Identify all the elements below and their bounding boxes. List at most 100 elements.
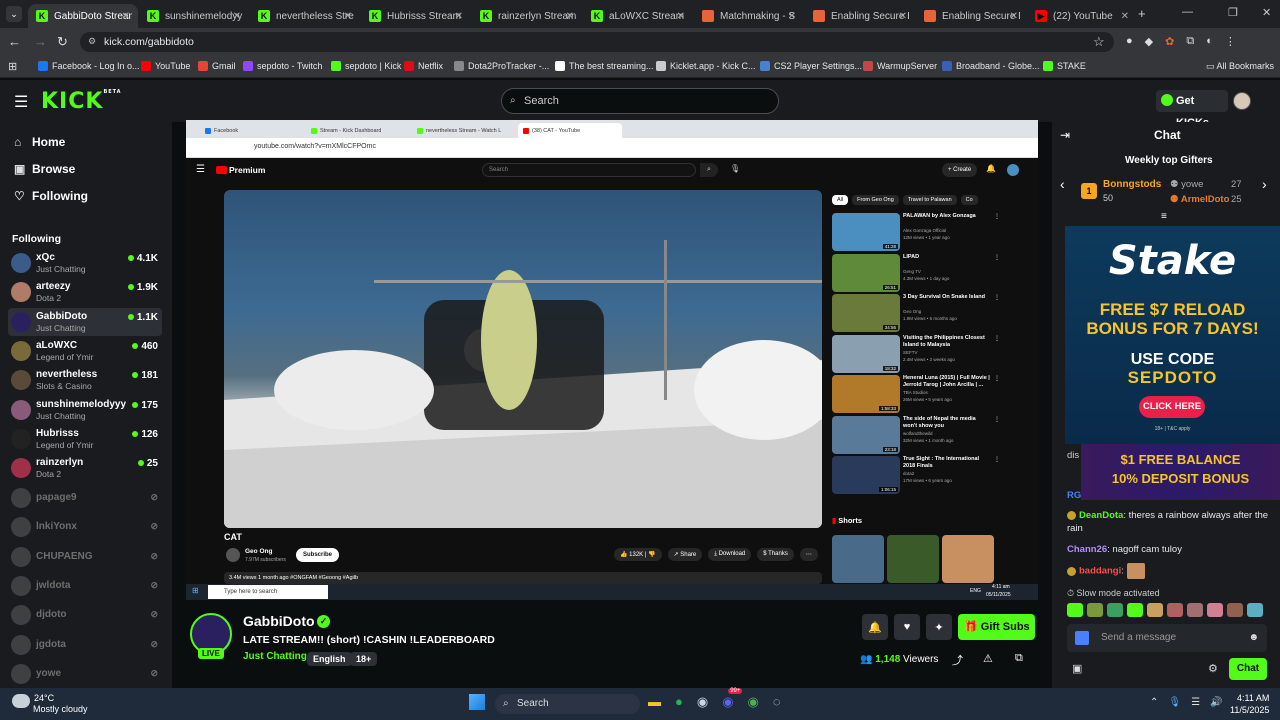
nav-following[interactable]: ♡ Following bbox=[14, 189, 88, 203]
bookmark-item[interactable]: Netflix bbox=[404, 61, 443, 71]
chat-store-icon[interactable]: ▣ bbox=[1072, 662, 1082, 675]
balance-ad-banner[interactable]: $1 FREE BALANCE 10% DEPOSIT BONUS bbox=[1081, 444, 1280, 500]
extension-icons[interactable]: ● ◆ ✿ ⧉ ◐ ⋮ bbox=[1126, 35, 1236, 48]
forward-icon[interactable]: → bbox=[34, 34, 47, 49]
browser-tab[interactable]: Knevertheless Stre ✕ bbox=[250, 4, 360, 28]
back-icon[interactable]: ← bbox=[8, 34, 21, 49]
chat-message-input[interactable]: Send a message ☻ bbox=[1067, 624, 1267, 652]
browser-tab[interactable]: Enabling Secure B ✕ bbox=[805, 4, 915, 28]
extension-icon-3[interactable]: ✿ bbox=[1165, 35, 1174, 48]
close-window-icon[interactable]: ✕ bbox=[1262, 6, 1271, 19]
bookmark-item[interactable]: YouTube bbox=[141, 61, 190, 71]
chat-settings-icon[interactable]: ⚙ bbox=[1208, 662, 1218, 675]
windows-start-icon[interactable] bbox=[469, 694, 485, 710]
get-kicks-button[interactable]: Get KICKs bbox=[1156, 90, 1228, 129]
emote-icon[interactable] bbox=[1187, 603, 1203, 617]
wifi-icon[interactable]: ☰ bbox=[1191, 697, 1200, 708]
following-item[interactable]: sunshinemelodyyy Just Chatting 175 bbox=[8, 396, 162, 424]
extension-icon-1[interactable]: ● bbox=[1126, 35, 1133, 48]
gifters-prev-icon[interactable]: ‹ bbox=[1060, 176, 1065, 192]
emote-icon[interactable] bbox=[1147, 603, 1163, 617]
emote-icon[interactable] bbox=[1127, 603, 1143, 617]
following-item-offline[interactable]: yowe ⊘ bbox=[8, 660, 162, 688]
url-bar[interactable]: kick.com/gabbidoto bbox=[80, 32, 1114, 52]
tab-close-icon[interactable]: ✕ bbox=[344, 11, 352, 22]
menu-kebab-icon[interactable]: ⋮ bbox=[1225, 35, 1236, 48]
sparkle-button[interactable]: ✦ bbox=[926, 614, 952, 640]
emoji-icon[interactable]: ☻ bbox=[1248, 624, 1259, 652]
following-item-offline[interactable]: papage9 ⊘ bbox=[8, 484, 162, 512]
following-item[interactable]: GabbiDoto Just Chatting 1.1K bbox=[8, 307, 162, 336]
emote-icon[interactable] bbox=[1167, 603, 1183, 617]
taskbar-date[interactable]: 11/5/2025 bbox=[1230, 705, 1269, 715]
new-tab-icon[interactable]: + bbox=[1138, 6, 1146, 21]
browser-tab[interactable]: Matchmaking - S ✕ bbox=[694, 4, 804, 28]
tab-search-dropdown[interactable]: ⌄ bbox=[6, 6, 22, 22]
all-bookmarks[interactable]: ▭ All Bookmarks bbox=[1206, 61, 1274, 72]
gifters-next-icon[interactable]: › bbox=[1262, 176, 1267, 192]
taskbar-search-input[interactable]: ⌕ Search bbox=[495, 694, 640, 714]
chat-username[interactable]: baddangi bbox=[1079, 566, 1121, 577]
following-item[interactable]: Hubrisss Legend of Ymir 126 bbox=[8, 425, 162, 453]
following-item-offline[interactable]: jwldota ⊘ bbox=[8, 572, 162, 600]
site-info-icon[interactable]: ⚙ bbox=[88, 36, 96, 47]
browser-tab[interactable]: Enabling Secure B ✕ bbox=[916, 4, 1026, 28]
clip-icon[interactable]: ⧉ bbox=[1015, 652, 1023, 665]
stake-ad-banner[interactable]: Stake FREE $7 RELOAD BONUS FOR 7 DAYS! U… bbox=[1065, 226, 1280, 444]
chrome-icon[interactable]: ◉ bbox=[748, 694, 759, 710]
hamburger-menu-icon[interactable]: ☰ bbox=[14, 92, 28, 112]
maximize-icon[interactable]: ❐ bbox=[1228, 6, 1238, 19]
spotify-icon[interactable]: ● bbox=[675, 694, 683, 710]
tab-close-icon[interactable]: ✕ bbox=[233, 11, 241, 22]
notification-bell-button[interactable]: 🔔 bbox=[862, 614, 888, 640]
bookmark-star-icon[interactable]: ☆ bbox=[1093, 34, 1105, 50]
following-item[interactable]: nevertheless Slots & Casino 181 bbox=[8, 366, 162, 394]
nav-browse[interactable]: ▣ Browse bbox=[14, 162, 75, 176]
browser-tab[interactable]: Ksunshinemelodyy ✕ bbox=[139, 4, 249, 28]
gifter-3-name[interactable]: ⚉ ArmelDoto bbox=[1170, 194, 1229, 205]
app-icon[interactable]: ◌ bbox=[773, 694, 781, 710]
bookmark-item[interactable]: CS2 Player Settings... bbox=[760, 61, 862, 71]
tab-close-icon[interactable]: ✕ bbox=[1010, 11, 1018, 22]
following-item-offline[interactable]: jgdota ⊘ bbox=[8, 631, 162, 659]
user-avatar[interactable] bbox=[1233, 92, 1251, 110]
bookmark-item[interactable]: Dota2ProTracker -... bbox=[454, 61, 549, 71]
report-icon[interactable]: ⚠ bbox=[983, 652, 993, 665]
browser-tab[interactable]: ▶ (22) YouTube ✕ bbox=[1027, 4, 1137, 28]
emote-icon[interactable] bbox=[1107, 603, 1123, 617]
pinned-toggle-icon[interactable]: ≡ bbox=[1161, 211, 1167, 222]
tab-close-icon[interactable]: ✕ bbox=[566, 11, 574, 22]
browser-tab[interactable]: K GabbiDoto Stream ✕ bbox=[28, 4, 138, 28]
gifter-1-name[interactable]: Bonngstods bbox=[1103, 179, 1161, 190]
browser-tab[interactable]: K Hubrisss Stream ✕ bbox=[361, 4, 471, 28]
reload-icon[interactable]: ↻ bbox=[57, 34, 68, 50]
following-item-offline[interactable]: djdoto ⊘ bbox=[8, 601, 162, 629]
tab-close-icon[interactable]: ✕ bbox=[899, 11, 907, 22]
bookmark-item[interactable]: sepdoto | Kick bbox=[331, 61, 401, 71]
emote-icon[interactable] bbox=[1207, 603, 1223, 617]
kick-logo[interactable]: KICKBETA bbox=[41, 89, 122, 114]
following-item[interactable]: arteezy Dota 2 1.9K bbox=[8, 278, 162, 306]
weather-icon[interactable] bbox=[12, 694, 30, 708]
steam-icon[interactable]: ◉ bbox=[697, 694, 708, 710]
tab-close-icon[interactable]: ✕ bbox=[455, 11, 463, 22]
emote-bar[interactable] bbox=[1067, 603, 1272, 619]
search-input[interactable]: ⌕ Search bbox=[501, 88, 779, 114]
stream-category[interactable]: Just Chatting bbox=[243, 651, 307, 662]
follow-heart-button[interactable]: ♥ bbox=[894, 614, 920, 640]
share-icon[interactable]: ⤴ bbox=[952, 652, 963, 668]
extension-icon-2[interactable]: ◆ bbox=[1145, 35, 1153, 48]
bookmark-item[interactable]: Kicklet.app - Kick C... bbox=[656, 61, 756, 71]
bookmark-item[interactable]: Facebook - Log In o... bbox=[38, 61, 140, 71]
bookmark-item[interactable]: Broadband - Globe... bbox=[942, 61, 1040, 71]
tag-english[interactable]: English bbox=[307, 649, 352, 667]
mic-icon[interactable]: 🎙 bbox=[1168, 697, 1181, 708]
browser-tab[interactable]: KaLoWXC Stream ✕ bbox=[583, 4, 693, 28]
bookmark-item[interactable]: Gmail bbox=[198, 61, 236, 71]
following-item[interactable]: aLoWXC Legend of Ymir 460 bbox=[8, 337, 162, 365]
discord-icon[interactable]: ◉ 99+ bbox=[722, 688, 743, 710]
minimize-icon[interactable]: — bbox=[1182, 6, 1193, 18]
browser-tab[interactable]: Krainzerlyn Stream ✕ bbox=[472, 4, 582, 28]
extensions-icon[interactable]: ⧉ bbox=[1186, 35, 1194, 48]
following-item[interactable]: xQc Just Chatting 4.1K bbox=[8, 249, 162, 277]
